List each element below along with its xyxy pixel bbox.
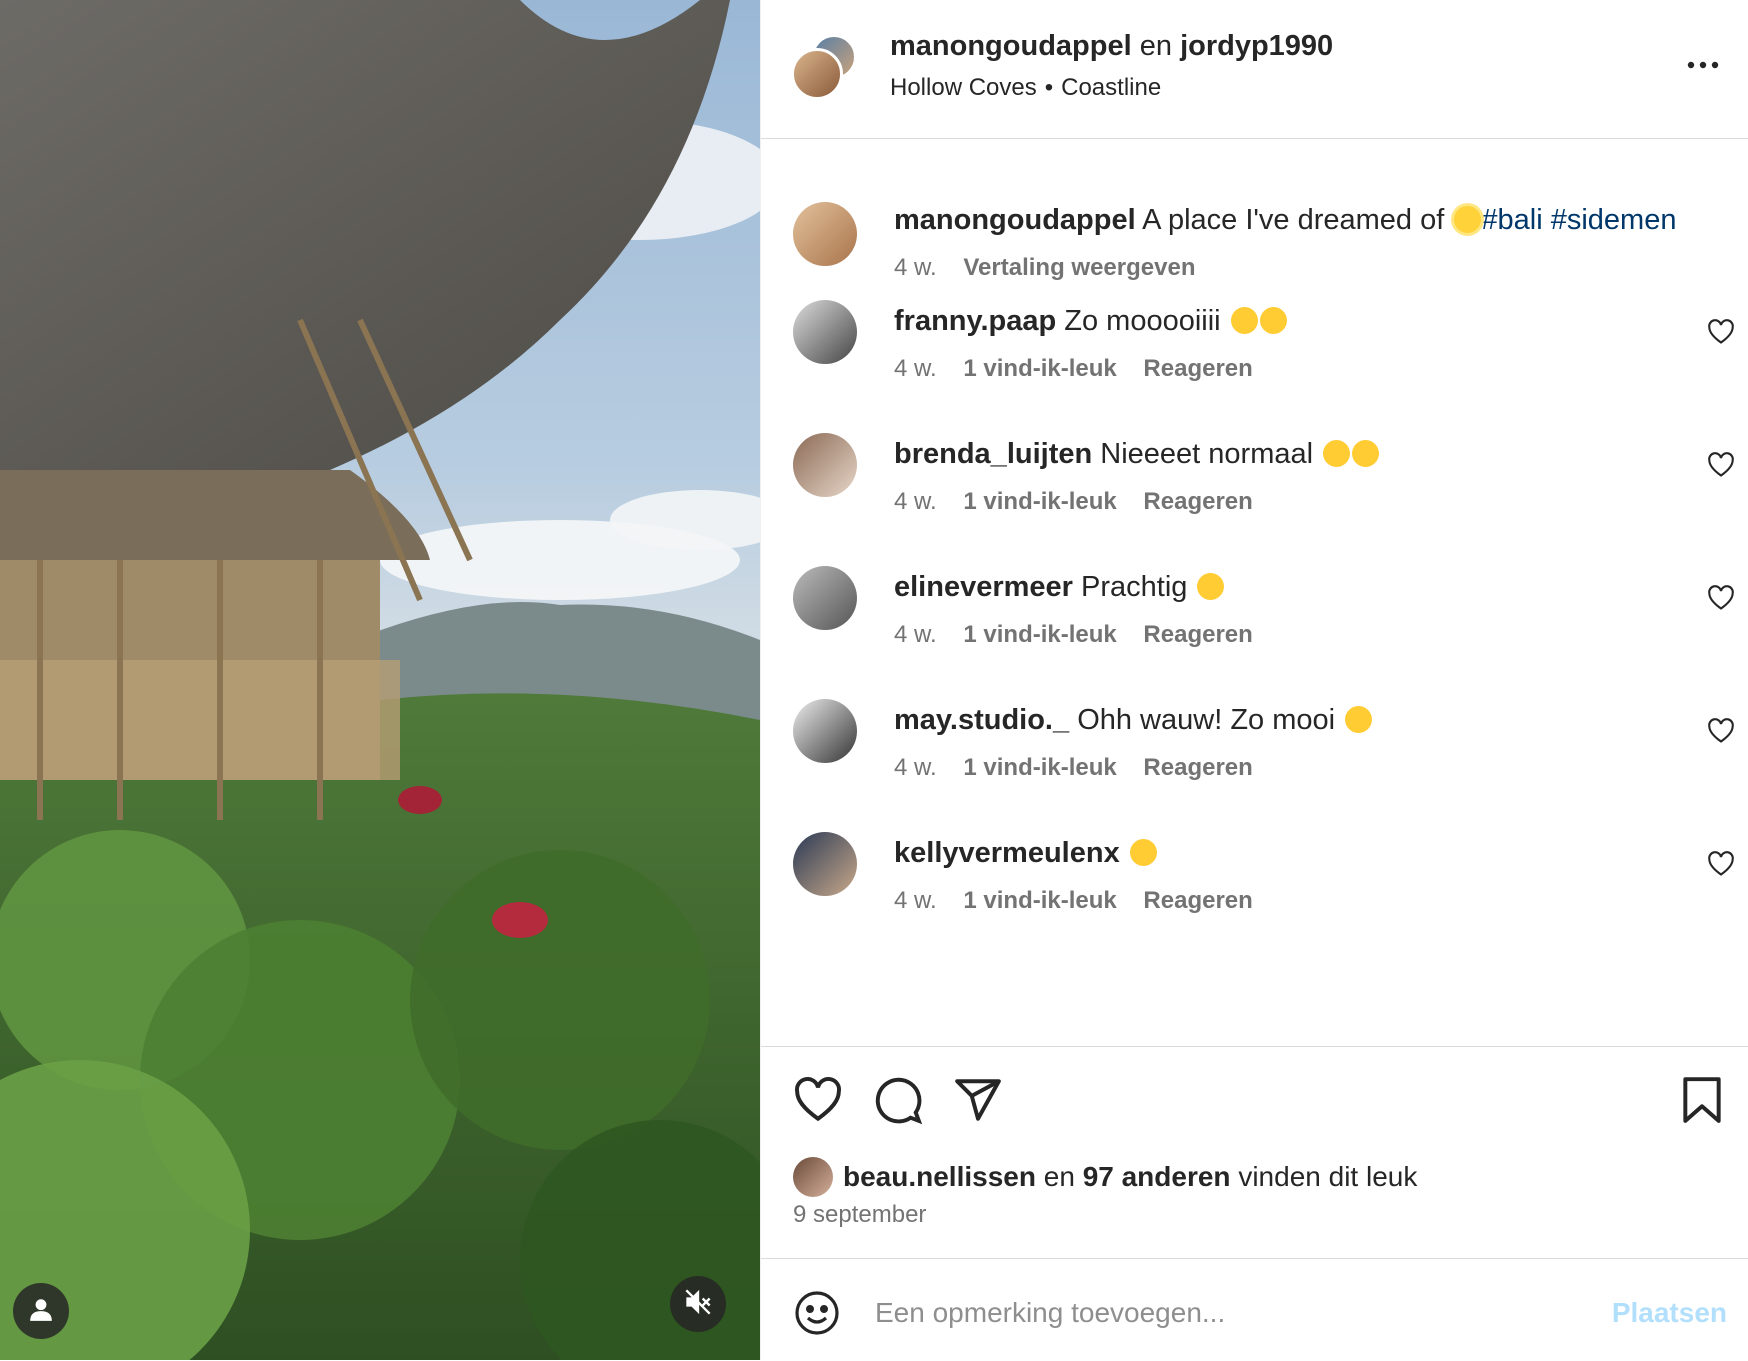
comment-like-heart-icon[interactable] [1707, 850, 1735, 878]
more-options-button[interactable] [1683, 50, 1723, 80]
comment-username[interactable]: kellyvermeulenx [894, 837, 1120, 869]
comment-username[interactable]: franny.paap [894, 305, 1056, 337]
avatar[interactable] [793, 832, 857, 896]
bookmark-icon[interactable] [1677, 1075, 1727, 1125]
paper-plane-icon[interactable] [953, 1075, 1003, 1125]
speaker-muted-icon [684, 1288, 712, 1321]
avatar[interactable] [793, 433, 857, 497]
post-audio-location[interactable]: Hollow Coves • Coastline [890, 74, 1161, 102]
heart-eyes-emoji-icon [1259, 307, 1287, 334]
caption-username[interactable]: manongoudappel [894, 204, 1136, 236]
avatar [793, 1157, 833, 1197]
comment-likes[interactable]: 1 vind-ik-leuk [963, 355, 1116, 382]
caption-body: A place I've dreamed of [1142, 204, 1445, 236]
avatar[interactable] [793, 699, 857, 763]
comment-likes[interactable]: 1 vind-ik-leuk [963, 754, 1116, 781]
comment-text: Nieeeet normaal [1100, 438, 1314, 470]
reply-button[interactable]: Reageren [1143, 355, 1252, 382]
media-scene [0, 0, 760, 1360]
likes-conjunction: en [1043, 1161, 1075, 1192]
comment-time[interactable]: 4 w. [894, 621, 937, 648]
caption-meta: 4 w. Vertaling weergeven [894, 254, 1215, 282]
heart-eyes-emoji-icon [1323, 440, 1351, 467]
comment-time[interactable]: 4 w. [894, 887, 937, 914]
comment-likes[interactable]: 1 vind-ik-leuk [963, 488, 1116, 515]
comment-composer: Plaatsen [761, 1258, 1748, 1361]
comment-item: kellyvermeulenx 4 w. 1 vind-ik-leuk Reag… [761, 831, 1748, 941]
comment-likes[interactable]: 1 vind-ik-leuk [963, 621, 1116, 648]
star-eyes-emoji-icon [1345, 706, 1373, 733]
smiley-icon[interactable] [793, 1289, 841, 1337]
likes-summary[interactable]: beau.nellissen en 97 anderen vinden dit … [793, 1157, 1417, 1197]
post-detail-panel: manongoudappel en jordyp1990 Hollow Cove… [760, 0, 1748, 1360]
comment-time[interactable]: 4 w. [894, 488, 937, 515]
comment-text: Prachtig [1081, 571, 1188, 603]
comments-list: manongoudappel A place I've dreamed of #… [761, 139, 1748, 1044]
likes-suffix: vinden dit leuk [1238, 1161, 1418, 1192]
sun-emoji-icon [1454, 206, 1482, 233]
likes-others[interactable]: 97 anderen [1083, 1161, 1231, 1193]
comment-like-heart-icon[interactable] [1707, 584, 1735, 612]
comment-input[interactable] [873, 1287, 1577, 1339]
heart-eyes-emoji-icon [1197, 573, 1225, 600]
caption-hashtags[interactable]: #bali #sidemen [1481, 204, 1676, 236]
post-caption: manongoudappel A place I've dreamed of #… [761, 170, 1748, 281]
heart-eyes-emoji-icon [1352, 440, 1380, 467]
avatar[interactable] [793, 566, 857, 630]
avatar[interactable] [793, 202, 857, 266]
comment-likes[interactable]: 1 vind-ik-leuk [963, 887, 1116, 914]
post-authors: manongoudappel en jordyp1990 [890, 30, 1333, 63]
comment-username[interactable]: elinevermeer [894, 571, 1073, 603]
tagged-users-button[interactable] [13, 1283, 69, 1339]
post-actions: beau.nellissen en 97 anderen vinden dit … [761, 1046, 1748, 1259]
comment-like-heart-icon[interactable] [1707, 717, 1735, 745]
coauthor-username[interactable]: jordyp1990 [1180, 30, 1333, 62]
comment-time[interactable]: 4 w. [894, 754, 937, 781]
reply-button[interactable]: Reageren [1143, 887, 1252, 914]
comment-item: elinevermeer Prachtig 4 w. 1 vind-ik-leu… [761, 565, 1748, 675]
post-date[interactable]: 9 september [793, 1201, 926, 1229]
reply-button[interactable]: Reageren [1143, 621, 1252, 648]
reply-button[interactable]: Reageren [1143, 488, 1252, 515]
coauthor-avatars[interactable] [791, 34, 859, 102]
comment-username[interactable]: may.studio._ [894, 704, 1069, 736]
caption-time[interactable]: 4 w. [894, 254, 937, 281]
comment-username[interactable]: brenda_luijten [894, 438, 1092, 470]
reply-button[interactable]: Reageren [1143, 754, 1252, 781]
post-header: manongoudappel en jordyp1990 Hollow Cove… [761, 0, 1748, 139]
audio-artist: Hollow Coves [890, 74, 1037, 101]
liker-username[interactable]: beau.nellissen [843, 1161, 1036, 1193]
post-comment-button[interactable]: Plaatsen [1612, 1297, 1727, 1329]
comment-text: Ohh wauw! Zo mooi [1077, 704, 1336, 736]
audio-track: Coastline [1061, 74, 1162, 101]
authors-conjunction: en [1139, 30, 1172, 62]
post-media-video[interactable] [0, 0, 760, 1360]
comment-item: franny.paap Zo mooooiiii 4 w. 1 vind-ik-… [761, 299, 1748, 409]
author-username[interactable]: manongoudappel [890, 30, 1132, 62]
comment-like-heart-icon[interactable] [1707, 318, 1735, 346]
mute-toggle-button[interactable] [670, 1276, 726, 1332]
separator: • [1044, 74, 1054, 101]
comment-text: Zo mooooiiii [1064, 305, 1221, 337]
heart-eyes-emoji-icon [1230, 307, 1258, 334]
comment-item: may.studio._ Ohh wauw! Zo mooi 4 w. 1 vi… [761, 698, 1748, 808]
avatar [791, 48, 843, 100]
more-horizontal-icon [1683, 61, 1723, 84]
comment-like-heart-icon[interactable] [1707, 451, 1735, 479]
user-icon [28, 1296, 54, 1327]
comment-item: brenda_luijten Nieeeet normaal 4 w. 1 vi… [761, 432, 1748, 542]
caption-text: manongoudappel A place I've dreamed of #… [894, 204, 1676, 237]
heart-eyes-emoji-icon [1129, 839, 1157, 866]
comment-bubble-icon[interactable] [873, 1075, 923, 1125]
avatar[interactable] [793, 300, 857, 364]
translate-link[interactable]: Vertaling weergeven [963, 254, 1195, 281]
comment-time[interactable]: 4 w. [894, 355, 937, 382]
heart-icon[interactable] [793, 1075, 843, 1125]
